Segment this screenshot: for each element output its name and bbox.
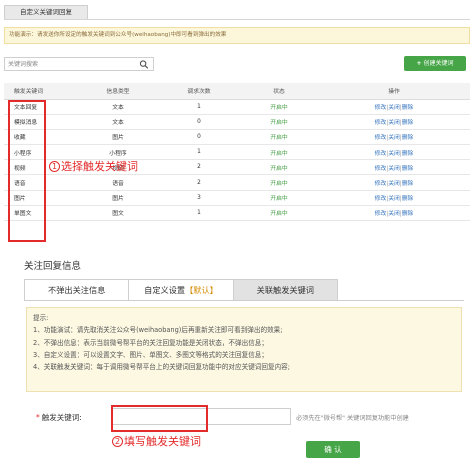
delete-link[interactable]: 删除 [402,135,414,141]
status-cell: 开启中 [240,190,318,206]
close-link[interactable]: 关闭 [388,166,400,172]
close-link[interactable]: 关闭 [388,196,400,202]
annotation-select-keyword: 1 选择触发关键词 [49,158,138,174]
col-keyword: 触发关键词 [4,83,78,100]
close-link[interactable]: 关闭 [388,105,400,111]
delete-link[interactable]: 删除 [402,196,414,202]
type-cell: 文本 [78,99,158,115]
tips-line: 2、不弹出信息：表示当前微号帮平台的关注回复功能是关闭状态，不弹出信息； [33,338,268,347]
col-type: 信息类型 [78,83,158,100]
col-count: 调求次数 [158,83,240,100]
tabs-divider [24,300,464,301]
table-row: 收藏 图片 0 开启中 修改|关闭|删除 [4,129,470,146]
edit-link[interactable]: 修改 [375,211,387,217]
delete-link[interactable]: 删除 [402,105,414,111]
status-cell: 开启中 [240,144,318,161]
ops-cell: 修改|关闭|删除 [318,114,470,130]
keyword-table: 触发关键词 信息类型 调求次数 状态 操作 文本回复 文本 1 开启中 修改|关闭|删除… [4,83,470,222]
type-cell: 文本 [78,114,158,130]
close-link[interactable]: 关闭 [388,120,400,126]
status-cell: 开启中 [240,205,318,222]
count-cell: 3 [158,190,240,206]
count-cell: 2 [158,159,240,176]
type-cell: 图文 [78,205,158,222]
delete-link[interactable]: 删除 [402,166,414,172]
edit-link[interactable]: 修改 [375,151,387,157]
table-row: 图片 图片 3 开启中 修改|关闭|删除 [4,190,470,206]
edit-link[interactable]: 修改 [375,166,387,172]
ops-cell: 修改|关闭|删除 [318,174,470,191]
ops-cell: 修改|关闭|删除 [318,190,470,206]
annotation-fill-keyword: 2 填写触发关键词 [112,433,201,449]
confirm-button[interactable]: 确 认 [306,441,360,458]
table-row: 模拟消息 文本 0 开启中 修改|关闭|删除 [4,114,470,130]
search-input[interactable] [5,58,135,70]
create-keyword-button[interactable]: + 创建关键词 [404,56,466,71]
count-cell: 2 [158,174,240,191]
keyword-search[interactable] [4,57,154,71]
col-ops: 操作 [318,83,470,100]
ops-cell: 修改|关闭|删除 [318,99,470,115]
count-cell: 0 [158,129,240,146]
edit-link[interactable]: 修改 [375,135,387,141]
tab-divider [4,19,470,20]
count-cell: 1 [158,205,240,222]
tab-linked-keyword[interactable]: 关联触发关键词 [233,280,337,300]
count-cell: 0 [158,114,240,130]
status-cell: 开启中 [240,99,318,115]
type-cell: 图片 [78,129,158,146]
tips-line: 1、功能演试：请先取消关注公众号(weihaobang)后再重新关注即可看到弹出… [33,326,283,335]
close-link[interactable]: 关闭 [388,181,400,187]
close-link[interactable]: 关闭 [388,135,400,141]
ops-cell: 修改|关闭|删除 [318,205,470,222]
tips-line: 3、自定义设置：可以设置文字、图片、单图文、多图文等格式的关注回复信息； [33,350,268,359]
ops-cell: 修改|关闭|删除 [318,144,470,161]
table-row: 语音 语音 2 开启中 修改|关闭|删除 [4,174,470,191]
close-link[interactable]: 关闭 [388,211,400,217]
count-cell: 1 [158,144,240,161]
plus-icon: + [416,60,422,67]
section-title: 关注回复信息 [24,261,82,272]
count-cell: 1 [158,99,240,115]
table-row: 文本回复 文本 1 开启中 修改|关闭|删除 [4,99,470,115]
keyword-highlight-box [8,100,46,242]
edit-link[interactable]: 修改 [375,120,387,126]
trigger-keyword-label: * 触发关键词: [36,413,82,422]
edit-link[interactable]: 修改 [375,105,387,111]
table-header: 触发关键词 信息类型 调求次数 状态 操作 [4,83,470,100]
type-cell: 图片 [78,190,158,206]
delete-link[interactable]: 删除 [402,211,414,217]
col-status: 状态 [240,83,318,100]
ops-cell: 修改|关闭|删除 [318,129,470,146]
edit-link[interactable]: 修改 [375,196,387,202]
keyword-hint: 必须先在"微号帮" 关键词回复功能中创建 [296,415,409,422]
input-highlight-box [111,405,208,432]
tips-line: 提示: [33,314,49,322]
tab-custom-setting[interactable]: 自定义设置【默认】 [129,280,234,300]
ops-cell: 修改|关闭|删除 [318,159,470,176]
status-cell: 开启中 [240,129,318,146]
tab-no-popup[interactable]: 不弹出关注信息 [25,280,130,300]
delete-link[interactable]: 删除 [402,151,414,157]
delete-link[interactable]: 删除 [402,120,414,126]
demo-notice: 功能演示：请发送你所设定的触发关键词到公众号(weihaobang)中即可看到弹… [4,27,470,44]
tips-panel: 提示: 1、功能演试：请先取消关注公众号(weihaobang)后再重新关注即可… [26,307,462,392]
tab-custom-keyword-reply[interactable]: 自定义关键词回复 [4,5,88,19]
edit-link[interactable]: 修改 [375,181,387,187]
status-cell: 开启中 [240,114,318,130]
delete-link[interactable]: 删除 [402,181,414,187]
close-link[interactable]: 关闭 [388,151,400,157]
status-cell: 开启中 [240,174,318,191]
search-icon[interactable] [139,60,149,69]
type-cell: 语音 [78,174,158,191]
status-cell: 开启中 [240,159,318,176]
tips-line: 4、关联触发关键词：每于调用微号帮平台上的关键词回复功能中的对应关键词回复内容; [33,363,290,372]
reply-mode-tabs: 不弹出关注信息 自定义设置【默认】 关联触发关键词 [24,279,338,300]
table-row: 单图文 图文 1 开启中 修改|关闭|删除 [4,205,470,222]
